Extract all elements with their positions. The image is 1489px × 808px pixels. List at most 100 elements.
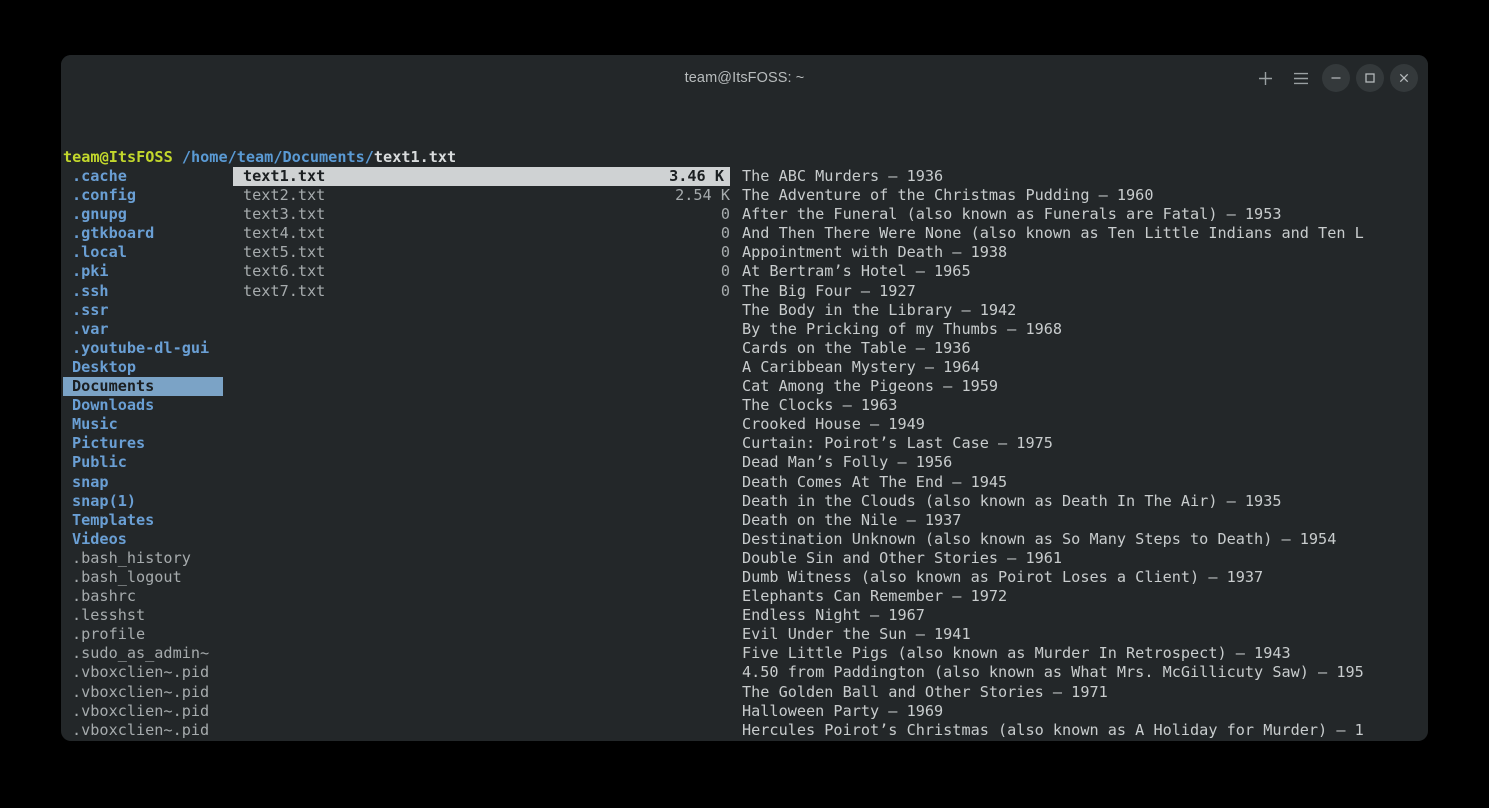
preview-line: Evil Under the Sun — 1941 (736, 625, 1428, 644)
terminal-window: team@ItsFOSS: ~ (61, 55, 1428, 741)
preview-line: Dumb Witness (also known as Poirot Loses… (736, 568, 1428, 587)
file-name: text2.txt (243, 186, 325, 205)
preview-line: Double Sin and Other Stories — 1961 (736, 549, 1428, 568)
directory-item[interactable]: .cache (63, 167, 233, 186)
path-user-host: team@ItsFOSS (63, 148, 173, 166)
preview-line: Death in the Clouds (also known as Death… (736, 492, 1428, 511)
directory-item[interactable]: .vboxclien~.pid (63, 702, 233, 721)
directory-item[interactable]: Public (63, 453, 233, 472)
preview-line: The Clocks — 1963 (736, 396, 1428, 415)
directory-item[interactable]: Pictures (63, 434, 233, 453)
preview-pane: The ABC Murders — 1936The Adventure of t… (736, 167, 1428, 741)
file-row[interactable]: text6.txt 0 (233, 262, 736, 281)
path-filename: text1.txt (374, 148, 456, 166)
file-size: 2.54 K (675, 186, 730, 205)
directory-item[interactable]: .var (63, 320, 233, 339)
preview-line: The Big Four — 1927 (736, 282, 1428, 301)
preview-line: Five Little Pigs (also known as Murder I… (736, 644, 1428, 663)
preview-line: Curtain: Poirot’s Last Case — 1975 (736, 434, 1428, 453)
file-size: 0 (721, 224, 730, 243)
plus-icon (1258, 71, 1273, 86)
file-row[interactable]: text4.txt 0 (233, 224, 736, 243)
directory-item[interactable]: .config (63, 186, 233, 205)
directory-item[interactable]: Desktop (63, 358, 233, 377)
preview-line: Death Comes At The End — 1945 (736, 473, 1428, 492)
file-row[interactable]: text5.txt 0 (233, 243, 736, 262)
file-pane[interactable]: text1.txt 3.46 K text2.txt 2.54 K text3.txt 0… (233, 167, 736, 301)
file-size: 0 (721, 205, 730, 224)
window-title: team@ItsFOSS: ~ (685, 70, 805, 86)
directory-item[interactable]: .vboxclien~.pid (63, 721, 233, 740)
file-name: text7.txt (243, 282, 325, 301)
maximize-icon (1364, 72, 1376, 84)
file-row-selected[interactable]: text1.txt 3.46 K (233, 167, 730, 186)
preview-line: The ABC Murders — 1936 (736, 167, 1428, 186)
directory-item[interactable]: .ssh (63, 282, 233, 301)
close-button[interactable] (1390, 64, 1418, 92)
preview-line: Appointment with Death — 1938 (736, 243, 1428, 262)
file-name: text4.txt (243, 224, 325, 243)
directory-item[interactable]: Downloads (63, 396, 233, 415)
preview-line: And Then There Were None (also known as … (736, 224, 1428, 243)
directory-item[interactable]: .sudo_as_admin~ (63, 644, 233, 663)
preview-line: Cat Among the Pigeons — 1959 (736, 377, 1428, 396)
directory-item[interactable]: .viminfo (63, 740, 233, 741)
directory-item[interactable]: .gtkboard (63, 224, 233, 243)
file-size: 0 (721, 282, 730, 301)
minimize-button[interactable] (1322, 64, 1350, 92)
file-name: text5.txt (243, 243, 325, 262)
directory-item[interactable]: snap(1) (63, 492, 233, 511)
preview-line: At Bertram’s Hotel — 1965 (736, 262, 1428, 281)
preview-line: Endless Night — 1967 (736, 606, 1428, 625)
preview-line: Death on the Nile — 1937 (736, 511, 1428, 530)
directory-item[interactable]: .bash_logout (63, 568, 233, 587)
file-name: text1.txt (243, 167, 325, 186)
file-name: text6.txt (243, 262, 325, 281)
menu-button[interactable] (1286, 63, 1316, 93)
preview-line: Halloween Party — 1969 (736, 702, 1428, 721)
file-size: 0 (721, 262, 730, 281)
preview-line: Hickory Dickory Death — 1955 (736, 740, 1428, 741)
file-row[interactable]: text2.txt 2.54 K (233, 186, 736, 205)
file-name: text3.txt (243, 205, 325, 224)
preview-line: Crooked House — 1949 (736, 415, 1428, 434)
minimize-icon (1330, 72, 1342, 84)
new-tab-button[interactable] (1250, 63, 1280, 93)
directory-item[interactable]: Videos (63, 530, 233, 549)
preview-line: The Golden Ball and Other Stories — 1971 (736, 683, 1428, 702)
preview-line: 4.50 from Paddington (also known as What… (736, 663, 1428, 682)
directory-item[interactable]: .gnupg (63, 205, 233, 224)
file-row[interactable]: text7.txt 0 (233, 282, 736, 301)
file-row[interactable]: text3.txt 0 (233, 205, 736, 224)
directory-item[interactable]: .vboxclien~.pid (63, 683, 233, 702)
file-size: 0 (721, 243, 730, 262)
directory-item[interactable]: .profile (63, 625, 233, 644)
preview-line: Cards on the Table — 1936 (736, 339, 1428, 358)
file-size: 3.46 K (669, 167, 724, 186)
maximize-button[interactable] (1356, 64, 1384, 92)
preview-line: A Caribbean Mystery — 1964 (736, 358, 1428, 377)
path-directory: /home/team/Documents/ (173, 148, 374, 166)
directory-item[interactable]: .youtube-dl-gui (63, 339, 233, 358)
directory-item[interactable]: .pki (63, 262, 233, 281)
directory-item[interactable]: .ssr (63, 301, 233, 320)
directory-pane[interactable]: .cache.config.gnupg.gtkboard.local.pki.s… (63, 167, 233, 741)
preview-line: By the Pricking of my Thumbs — 1968 (736, 320, 1428, 339)
terminal-screen[interactable]: team@ItsFOSS /home/team/Documents/text1.… (61, 101, 1428, 741)
close-icon (1398, 72, 1410, 84)
directory-item[interactable]: Templates (63, 511, 233, 530)
preview-line: The Adventure of the Christmas Pudding —… (736, 186, 1428, 205)
directory-item[interactable]: .bashrc (63, 587, 233, 606)
directory-item[interactable]: .bash_history (63, 549, 233, 568)
preview-line: After the Funeral (also known as Funeral… (736, 205, 1428, 224)
directory-item[interactable]: .vboxclien~.pid (63, 663, 233, 682)
preview-line: Destination Unknown (also known as So Ma… (736, 530, 1428, 549)
directory-item[interactable]: .local (63, 243, 233, 262)
directory-item[interactable]: Music (63, 415, 233, 434)
directory-item[interactable]: snap (63, 473, 233, 492)
directory-item-selected[interactable]: Documents (63, 377, 223, 396)
directory-item[interactable]: .lesshst (63, 606, 233, 625)
window-controls (1250, 55, 1418, 101)
preview-line: Dead Man’s Folly — 1956 (736, 453, 1428, 472)
preview-line: Elephants Can Remember — 1972 (736, 587, 1428, 606)
